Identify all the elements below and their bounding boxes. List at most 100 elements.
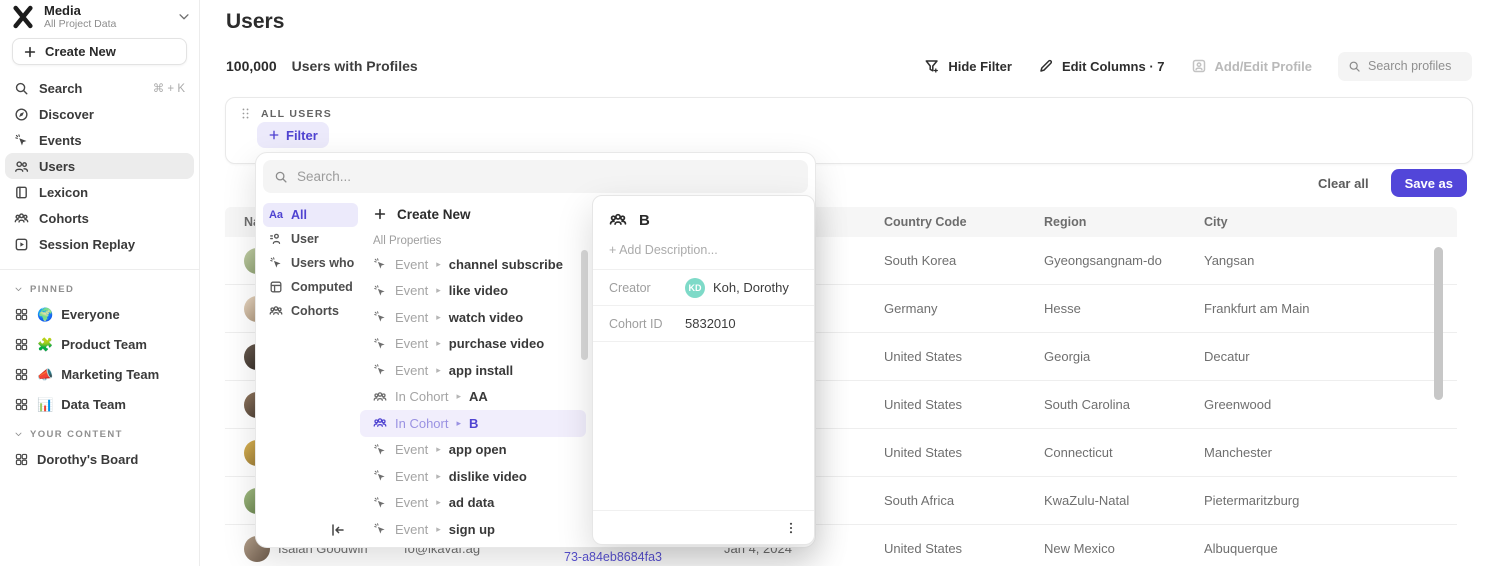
property-item[interactable]: In Cohort ▸ B <box>360 410 586 437</box>
your-content-section-header[interactable]: YOUR CONTENT <box>0 425 199 444</box>
property-prefix: Event <box>395 336 428 351</box>
search-profiles-box <box>1338 52 1472 81</box>
property-item-icon <box>373 257 387 271</box>
property-prefix: Event <box>395 469 428 484</box>
clear-all-button[interactable]: Clear all <box>1318 176 1369 191</box>
dropdown-search-input[interactable] <box>297 169 797 184</box>
create-new-button[interactable]: Create New <box>12 38 187 65</box>
property-item[interactable]: In Cohort ▸ AA <box>360 384 594 411</box>
sidebar-item[interactable]: Users <box>5 153 194 179</box>
category-icon: Aa <box>269 208 283 222</box>
board-icon <box>14 397 29 412</box>
sidebar-item-icon <box>14 159 29 174</box>
category-label: All <box>291 208 307 222</box>
project-subtitle: All Project Data <box>44 18 177 30</box>
sidebar-item-icon <box>14 133 29 148</box>
property-prefix: Event <box>395 257 428 272</box>
app-logo <box>10 4 36 30</box>
page-title: Users <box>226 10 284 34</box>
board-emoji: 📊 <box>37 398 53 411</box>
sidebar-item[interactable]: Search ⌘ + K <box>5 75 194 101</box>
search-icon <box>274 170 288 184</box>
project-name: Media <box>44 4 177 18</box>
property-item[interactable]: Event ▸ like video <box>360 278 594 305</box>
property-item-icon <box>373 390 387 404</box>
keyboard-shortcut: ⌘ + K <box>153 81 185 95</box>
property-item[interactable]: Event ▸ purchase video <box>360 331 594 358</box>
pinned-board-item[interactable]: 🌍 Everyone <box>5 299 194 329</box>
divider <box>0 269 199 270</box>
property-item-icon <box>373 443 387 457</box>
cell-country-code: United States <box>865 349 1025 364</box>
property-item[interactable]: Event ▸ app open <box>360 437 594 464</box>
filter-group-label: ALL USERS <box>261 108 332 120</box>
add-description-button[interactable]: + Add Description... <box>593 237 814 270</box>
category-item[interactable]: Computed <box>263 275 358 299</box>
creator-label: Creator <box>609 281 685 295</box>
save-as-button[interactable]: Save as <box>1391 169 1467 197</box>
property-name: like video <box>449 283 508 298</box>
property-name: channel subscribe <box>449 257 563 272</box>
hide-filter-button[interactable]: Hide Filter <box>924 58 1012 74</box>
category-item[interactable]: Aa All <box>263 203 358 227</box>
board-emoji: 🧩 <box>37 338 53 351</box>
board-emoji: 🌍 <box>37 308 53 321</box>
sidebar-item[interactable]: Lexicon <box>5 179 194 205</box>
table-scrollbar[interactable] <box>1434 247 1443 400</box>
property-item[interactable]: Event ▸ watch video <box>360 304 594 331</box>
pinned-section-header[interactable]: PINNED <box>0 280 199 299</box>
project-switcher[interactable]: Media All Project Data <box>0 2 199 30</box>
property-item-icon <box>373 416 387 430</box>
property-item[interactable]: Event ▸ app install <box>360 357 594 384</box>
pinned-board-item[interactable]: 🧩 Product Team <box>5 329 194 359</box>
column-header[interactable]: Region <box>1025 215 1185 229</box>
cell-region: South Carolina <box>1025 397 1185 412</box>
sidebar-item[interactable]: Discover <box>5 101 194 127</box>
dropdown-create-new-button[interactable]: Create New <box>360 199 594 229</box>
column-header[interactable]: City <box>1185 215 1457 229</box>
add-filter-button[interactable]: Filter <box>257 122 329 148</box>
property-prefix: In Cohort <box>395 416 448 431</box>
edit-columns-button[interactable]: Edit Columns · 7 <box>1038 58 1165 74</box>
property-prefix: In Cohort <box>395 389 448 404</box>
sidebar-item[interactable]: Session Replay <box>5 231 194 257</box>
column-header[interactable]: Country Code <box>865 215 1025 229</box>
search-profiles-input[interactable] <box>1368 59 1462 73</box>
property-prefix: Event <box>395 495 428 510</box>
cell-city: Manchester <box>1185 445 1457 460</box>
cell-city: Yangsan <box>1185 253 1457 268</box>
pencil-icon <box>1038 58 1054 74</box>
creator-name: Koh, Dorothy <box>713 280 789 295</box>
search-icon <box>1348 60 1361 73</box>
collapse-sidebar-icon[interactable] <box>330 522 346 538</box>
app: Media All Project Data Create New Search… <box>0 0 1500 566</box>
property-item[interactable]: Event ▸ ad data <box>360 490 594 517</box>
cell-city: Decatur <box>1185 349 1457 364</box>
sidebar-item[interactable]: Events <box>5 127 194 153</box>
sidebar-item-label: Discover <box>39 107 94 122</box>
category-item[interactable]: Users who di... <box>263 251 358 275</box>
dropdown-scrollbar[interactable] <box>581 250 588 360</box>
property-item-icon <box>373 284 387 298</box>
more-options-icon[interactable] <box>784 521 798 535</box>
cohort-id-label: Cohort ID <box>609 317 685 331</box>
board-icon <box>14 367 29 382</box>
property-item[interactable]: Event ▸ channel subscribe <box>360 251 594 278</box>
user-board-item[interactable]: Dorothy's Board <box>5 444 194 474</box>
category-item[interactable]: Cohorts <box>263 299 358 323</box>
category-item[interactable]: User <box>263 227 358 251</box>
drag-handle-icon[interactable] <box>239 107 252 120</box>
profile-badge-icon <box>1191 58 1207 74</box>
pinned-board-item[interactable]: 📊 Data Team <box>5 389 194 419</box>
board-label: Marketing Team <box>61 367 159 382</box>
property-item[interactable]: Event ▸ dislike video <box>360 463 594 490</box>
add-edit-profile-button[interactable]: Add/Edit Profile <box>1191 58 1313 74</box>
property-item-icon <box>373 363 387 377</box>
chevron-down-icon[interactable] <box>177 10 191 24</box>
cell-city: Pietermaritzburg <box>1185 493 1457 508</box>
sidebar-item[interactable]: Cohorts <box>5 205 194 231</box>
property-item-icon <box>373 522 387 536</box>
pinned-board-item[interactable]: 📣 Marketing Team <box>5 359 194 389</box>
category-icon <box>269 256 283 270</box>
property-item[interactable]: Event ▸ sign up <box>360 516 594 543</box>
